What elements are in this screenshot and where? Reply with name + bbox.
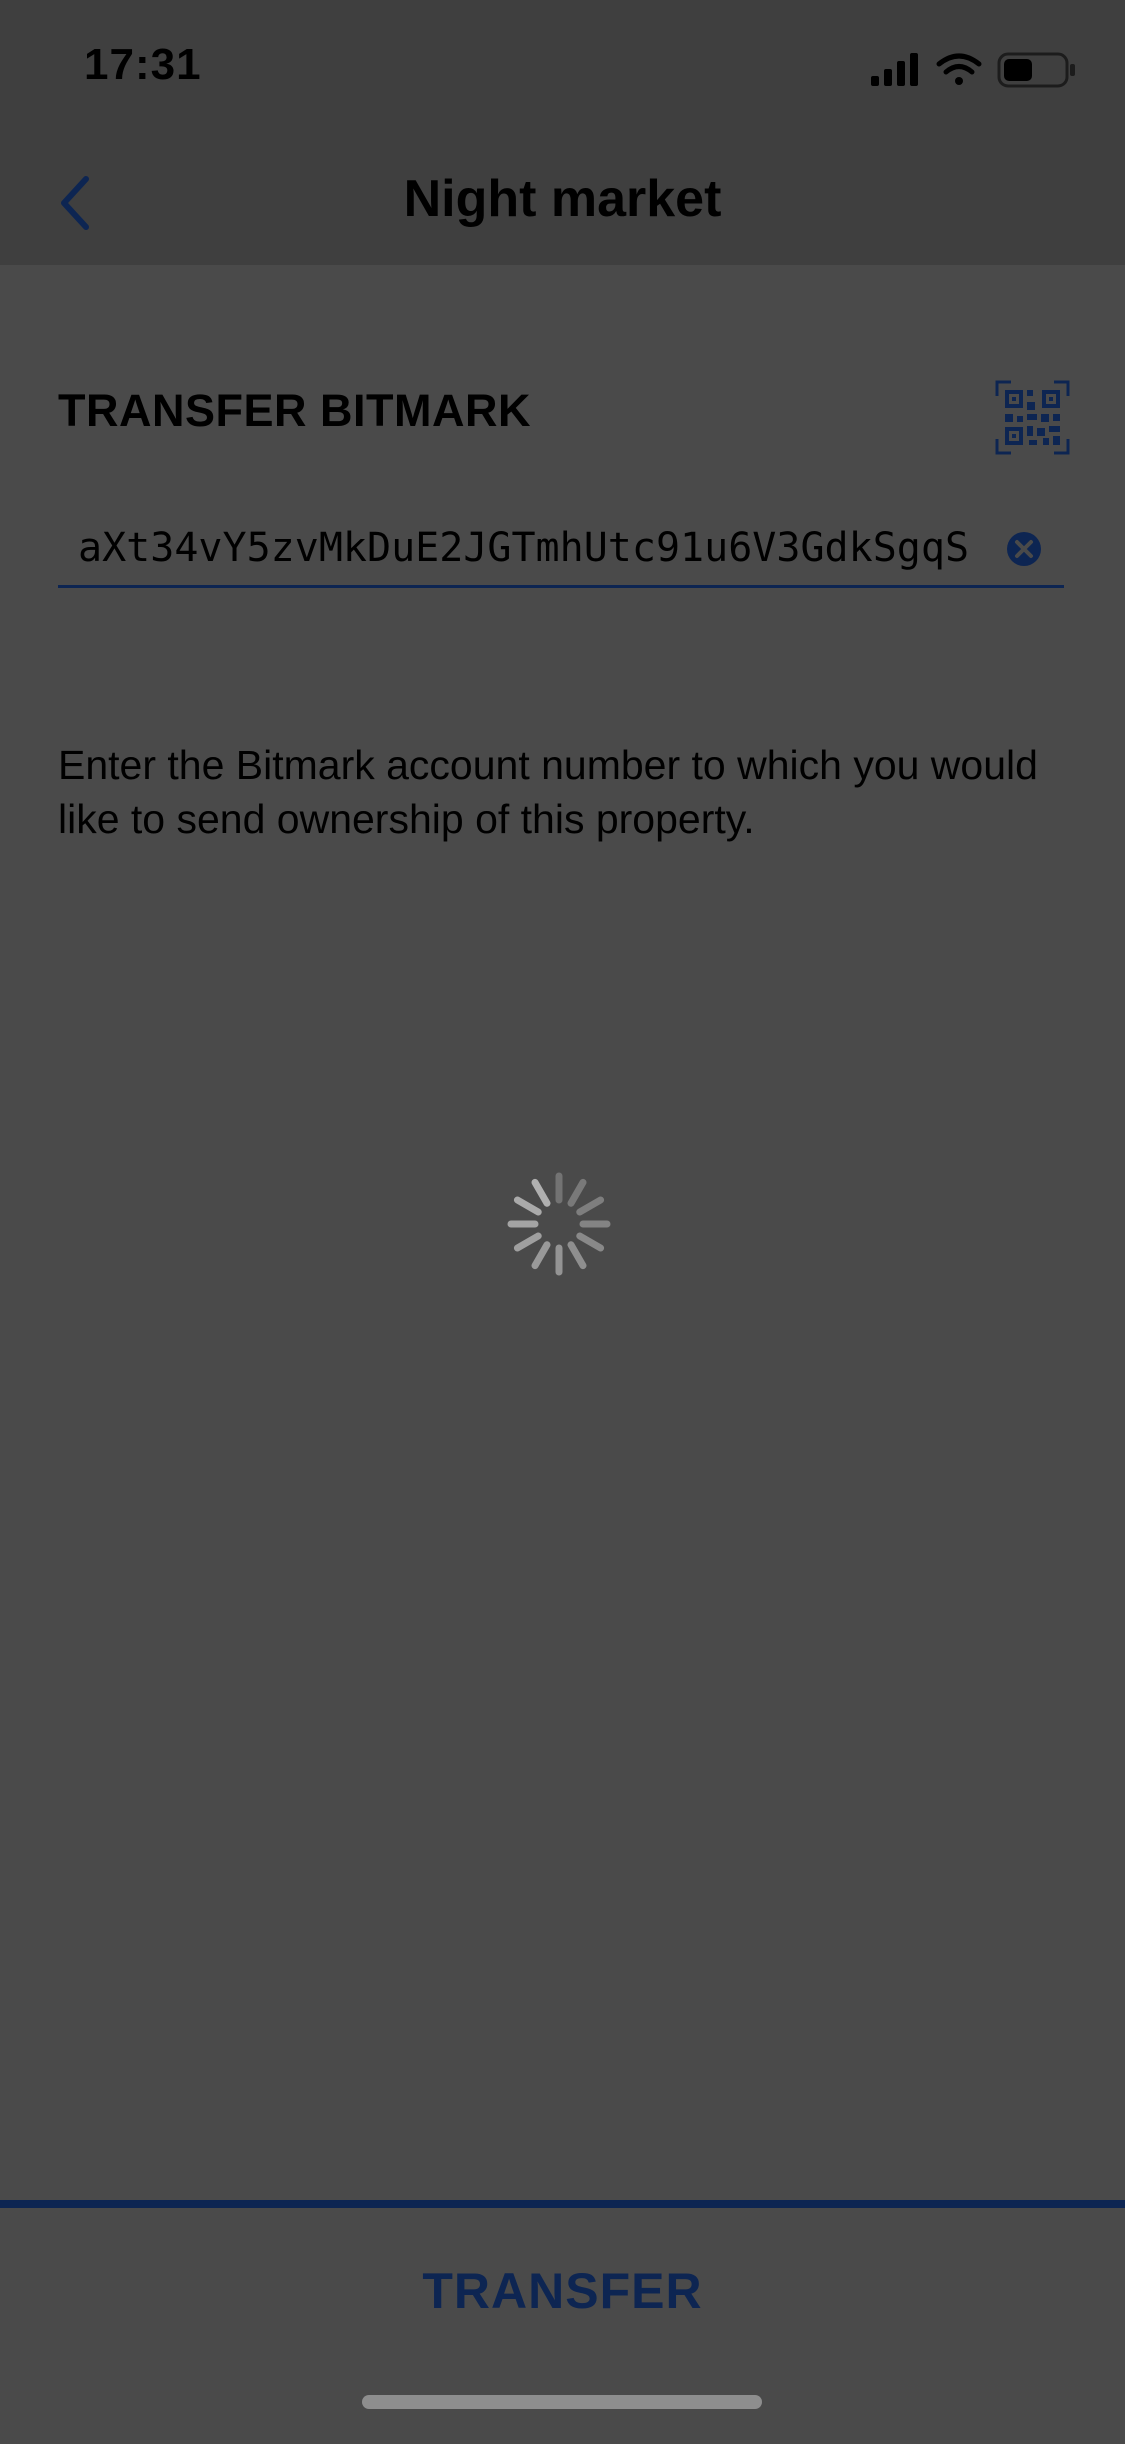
- qr-code-icon: [995, 380, 1070, 455]
- spinner-spoke: [576, 1232, 605, 1252]
- status-icons-svg: [871, 52, 1075, 88]
- status-bar: 17:31: [0, 0, 1125, 135]
- status-time: 17:31: [84, 40, 202, 89]
- navigation-bar: Night market: [0, 135, 1125, 265]
- scan-qr-button[interactable]: [995, 380, 1070, 455]
- spinner-spoke: [513, 1232, 542, 1252]
- spinner-spoke: [513, 1196, 542, 1216]
- section-title: TRANSFER BITMARK: [58, 385, 531, 436]
- spinner-spoke: [567, 1178, 587, 1207]
- battery-icon: [997, 52, 1075, 88]
- spinner-spoke: [567, 1241, 587, 1270]
- loading-spinner-icon: [507, 1172, 611, 1276]
- page-title: Night market: [403, 170, 722, 228]
- account-number-input[interactable]: aXt34vY5zvMkDuE2JGTmhUtc91u6V3GdkSgqS: [78, 525, 1008, 575]
- status-icons: [871, 50, 1081, 90]
- clear-input-button[interactable]: [1006, 531, 1042, 567]
- spinner-svg: [507, 1172, 611, 1276]
- transfer-button[interactable]: TRANSFER: [0, 2208, 1125, 2338]
- signal-icon: [871, 53, 918, 86]
- spinner-spoke: [531, 1178, 551, 1207]
- home-indicator[interactable]: [362, 2395, 762, 2409]
- instruction-text: Enter the Bitmark account number to whic…: [58, 742, 1038, 842]
- clear-icon: [1007, 532, 1041, 566]
- account-number-field: aXt34vY5zvMkDuE2JGTmhUtc91u6V3GdkSgqS: [58, 515, 1064, 588]
- spinner-spoke: [531, 1241, 551, 1270]
- screen: 17:31 Night market TRANSFER BITMARK aXt3…: [0, 0, 1125, 2444]
- transfer-label: TRANSFER: [422, 2263, 703, 2319]
- spinner-spoke: [576, 1196, 605, 1216]
- wifi-icon: [936, 53, 982, 85]
